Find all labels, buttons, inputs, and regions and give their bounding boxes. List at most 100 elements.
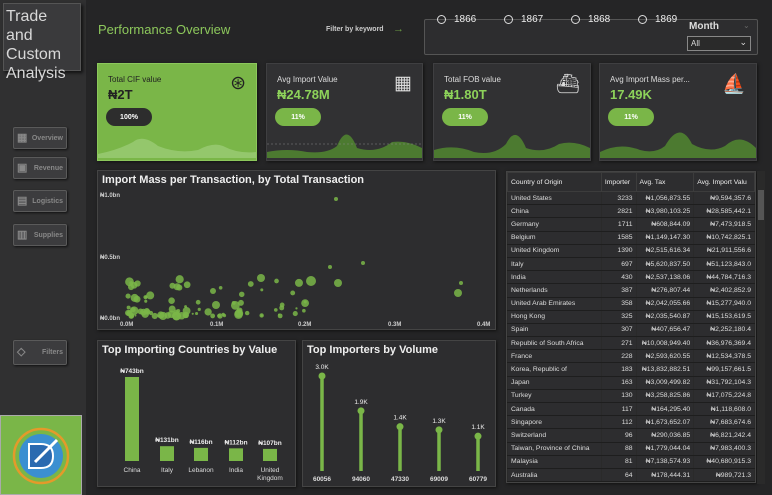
scatter-point (295, 307, 298, 310)
table-cell: 697 (600, 256, 637, 272)
year-option-1867[interactable]: 1867 (504, 14, 543, 25)
kpi-card-fob[interactable]: Total FOB value ₦1.80T 11% ⛴ (433, 63, 591, 161)
scatter-point (143, 311, 146, 314)
page-title: Performance Overview (98, 22, 231, 37)
scatter-point (134, 314, 137, 317)
logistics-icon: ▤ (17, 195, 28, 207)
scatter-chart[interactable]: Import Mass per Transaction, by Total Tr… (97, 170, 496, 330)
nav-label: Revenue (33, 164, 63, 172)
table-row[interactable]: United States 3233 ₦1,056,873.55 ₦9,594,357… (507, 190, 755, 206)
chevron-down-icon[interactable]: ⌄ (743, 21, 750, 30)
column-header[interactable]: Country of Origin (507, 172, 602, 192)
table-row[interactable]: Hong Kong 325 ₦2,035,540.87 ₦15,153,619.5 (507, 309, 755, 324)
bar-chart-countries[interactable]: Top Importing Countries by Value ₦743bn C… (97, 340, 296, 487)
nav-revenue-button[interactable]: ▣ Revenue (13, 157, 67, 179)
column-header[interactable]: Importer (600, 172, 637, 192)
table-cell: United Kingdom (507, 243, 602, 258)
bar[interactable] (194, 447, 208, 461)
table-cell: China (507, 204, 602, 219)
table-row[interactable]: Turkey 130 ₦3,258,825.86 ₦17,075,224.8 (507, 388, 755, 404)
year-label: 1868 (588, 14, 611, 25)
scatter-point (130, 293, 139, 302)
table-cell: ₦2,252,180.4 (693, 322, 755, 338)
kpi-card-import-mass[interactable]: Avg Import Mass per... 17.49K 11% ⛵ (599, 63, 757, 161)
table-row[interactable]: Republic of South Africa 271 ₦10,008,949.4… (507, 336, 755, 351)
table-row[interactable]: Canada 117 ₦164,295.40 ₦1,118,608.0 (507, 401, 755, 417)
table-row[interactable]: Italy 697 ₦5,620,837.50 ₦51,123,843.0 (507, 256, 755, 272)
table-row[interactable]: Malaysia 81 ₦7,138,574.93 ₦40,680,915.3 (507, 454, 755, 469)
table-row[interactable]: Taiwan, Province of China 88 ₦1,779,044.04… (507, 441, 755, 456)
kpi-title: Total FOB value (444, 75, 501, 84)
table-header-row: Country of Origin Importer Avg. Tax Avg.… (507, 172, 755, 192)
bar[interactable] (125, 377, 139, 461)
scatter-point (257, 274, 265, 282)
scatter-point (328, 265, 332, 269)
table-cell: ₦9,594,357.6 (693, 190, 755, 206)
scatter-point (195, 299, 201, 305)
column-header[interactable]: Avg. Tax (635, 172, 695, 192)
nav-logistics-button[interactable]: ▤ Logistics (13, 190, 67, 212)
table-cell: ₦3,258,825.86 (635, 388, 695, 404)
table-row[interactable]: United Arab Emirates 358 ₦2,042,055.66 ₦15,… (507, 296, 755, 311)
scatter-point (217, 313, 221, 318)
keyword-filter[interactable]: Filter by keyword (326, 26, 384, 33)
month-dropdown[interactable]: All ⌄ (687, 36, 751, 51)
table-cell: ₦36,976,369.4 (693, 336, 755, 351)
lollipop-dot (357, 407, 365, 415)
filters-button[interactable]: ◇ Filters (13, 340, 67, 365)
table-row[interactable]: United Kingdom 1390 ₦2,515,616.34 ₦21,911,5… (507, 243, 755, 258)
category-label: 60779 (469, 476, 487, 483)
table-cell: ₦2,593,620.55 (635, 349, 695, 364)
scatter-point (212, 301, 220, 309)
kpi-value: ₦24.78M (277, 87, 330, 102)
table-cell: ₦1,118,608.0 (693, 401, 755, 417)
lollipop-chart-importers[interactable]: Top Importers by Volume 3.0K 60056 1.9K 940… (302, 340, 496, 487)
table-row[interactable]: Germany 1711 ₦608,844.09 ₦7,473,918.5 (507, 217, 755, 232)
table-cell: Australia (507, 467, 602, 482)
bar[interactable] (229, 448, 243, 461)
table-cell: ₦40,680,915.3 (693, 454, 755, 469)
data-label: ₦116bn (189, 439, 212, 446)
table-row[interactable]: India 430 ₦2,537,138.06 ₦44,784,716.3 (507, 270, 755, 285)
table-row[interactable]: Belgium 1585 ₦1,149,147.30 ₦10,742,825.1 (507, 230, 755, 245)
arrow-right-icon[interactable]: → (393, 23, 404, 35)
bar[interactable] (263, 448, 277, 461)
table-row[interactable]: Netherlands 387 ₦276,807.44 ₦2,402,852.9 (507, 283, 755, 298)
table-row[interactable]: Singapore 112 ₦1,673,652.07 ₦7,683,674.6 (507, 415, 755, 430)
month-value: All (691, 39, 700, 48)
bar[interactable] (160, 446, 174, 461)
category-label: 69009 (430, 476, 448, 483)
category-label: 47330 (391, 476, 409, 483)
table-row[interactable]: Spain 307 ₦407,656.47 ₦2,252,180.4 (507, 322, 755, 338)
kpi-card-import-value[interactable]: Avg Import Value ₦24.78M 11% ▦ (266, 63, 423, 161)
year-option-1866[interactable]: 1866 (437, 14, 476, 25)
table-cell: ₦28,585,442.1 (693, 204, 755, 219)
lollipop-dot (318, 372, 326, 380)
nav-supplies-button[interactable]: ▥ Supplies (13, 224, 67, 246)
country-table[interactable]: Country of Origin Importer Avg. Tax Avg.… (506, 171, 756, 483)
kpi-card-cif[interactable]: Total CIF value ₦2T 100% ⊛ (97, 63, 257, 161)
table-row[interactable]: Australia 64 ₦178,444.31 ₦989,721.3 (507, 467, 755, 482)
nav-overview-button[interactable]: ▦ Overview (13, 127, 67, 149)
table-row[interactable]: Korea, Republic of 183 ₦13,832,882.51 ₦99,1… (507, 362, 755, 377)
scrollbar-thumb[interactable] (758, 190, 764, 220)
table-row[interactable]: Japan 163 ₦3,009,499.82 ₦31,792,104.3 (507, 375, 755, 390)
eraser-icon: ◇ (17, 346, 26, 358)
table-row[interactable]: China 2821 ₦3,980,103.25 ₦28,585,442.1 (507, 204, 755, 219)
table-cell: ₦2,042,055.66 (635, 296, 695, 311)
year-option-1869[interactable]: 1869 (638, 14, 677, 25)
x-tick: 0.3M (388, 322, 401, 328)
overview-icon: ▦ (17, 132, 28, 144)
column-header[interactable]: Avg. Import Valu (693, 172, 755, 192)
table-cell: ₦21,911,556.6 (693, 243, 755, 258)
data-label: 3.0K (315, 364, 329, 371)
data-label: ₦743bn (120, 368, 144, 375)
table-row[interactable]: France 228 ₦2,593,620.55 ₦12,534,378.5 (507, 349, 755, 364)
table-cell: ₦7,138,574.93 (635, 454, 695, 469)
scatter-plot: ₦1.0bn ₦0.5bn ₦0.0bn 0.0M 0.1M 0.2M 0.3M… (100, 193, 490, 328)
data-label: 1.3K (432, 418, 446, 425)
table-row[interactable]: Switzerland 96 ₦290,036.85 ₦6,821,242.4 (507, 428, 755, 443)
table-cell: France (507, 349, 602, 364)
table-cell: ₦44,784,716.3 (693, 270, 755, 285)
year-option-1868[interactable]: 1868 (571, 14, 610, 25)
